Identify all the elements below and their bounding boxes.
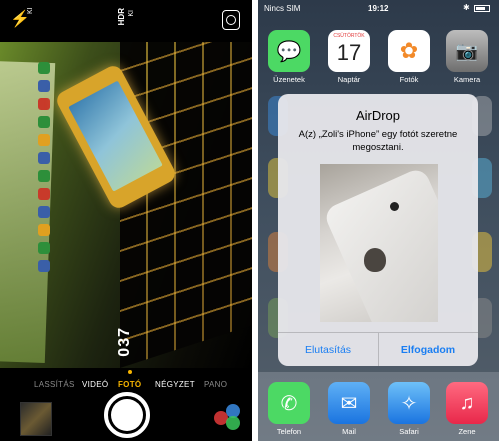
mode-photo[interactable]: FOTÓ <box>118 380 141 389</box>
airdrop-alert: AirDrop A(z) „Zoli's iPhone” egy fotót s… <box>278 94 478 366</box>
viewfinder-background-icons <box>38 56 58 356</box>
active-mode-indicator <box>128 370 132 374</box>
last-photo-thumbnail[interactable] <box>20 402 52 436</box>
app-safari[interactable]: ✧ Safari <box>386 382 432 436</box>
camera-top-bar: ⚡ KI HDR KI <box>0 0 252 42</box>
photos-icon: ✿ <box>388 30 430 72</box>
status-time: 19:12 <box>368 4 389 13</box>
app-camera[interactable]: 📷 Kamera <box>444 30 490 84</box>
messages-icon: 💬 <box>268 30 310 72</box>
app-mail[interactable]: ✉ Mail <box>326 382 372 436</box>
status-bar: Nincs SIM 19:12 ✱ <box>258 0 499 20</box>
app-phone[interactable]: ✆ Telefon <box>266 382 312 436</box>
apple-logo-icon <box>364 248 386 272</box>
mode-pano[interactable]: PANO <box>204 380 227 389</box>
mode-video[interactable]: VIDEÓ <box>82 380 108 389</box>
music-icon: ♫ <box>446 382 488 424</box>
phone-icon: ✆ <box>268 382 310 424</box>
home-screen: Nincs SIM 19:12 ✱ 💬 Üzenetek CSÜTÖRTÖK 1… <box>258 0 499 441</box>
camera-bottom-bar <box>0 392 252 441</box>
safari-icon: ✧ <box>388 382 430 424</box>
viewfinder-keyboard <box>120 42 252 368</box>
alert-message: A(z) „Zoli's iPhone” egy fotót szeretne … <box>298 129 458 153</box>
flash-icon[interactable]: ⚡ <box>10 12 30 28</box>
camera-flip-icon[interactable] <box>222 10 240 30</box>
flash-state-label[interactable]: KI <box>27 7 34 14</box>
battery-icon <box>474 5 490 12</box>
camera-icon: 📷 <box>446 30 488 72</box>
zoom-label: 037 <box>116 327 133 357</box>
bluetooth-icon: ✱ <box>463 3 470 12</box>
app-calendar[interactable]: CSÜTÖRTÖK 17 Naptár <box>326 30 372 84</box>
shutter-button[interactable] <box>104 392 150 438</box>
mail-icon: ✉ <box>328 382 370 424</box>
decline-button[interactable]: Elutasítás <box>278 333 378 366</box>
hdr-label[interactable]: HDR <box>117 8 126 25</box>
app-photos[interactable]: ✿ Fotók <box>386 30 432 84</box>
app-music[interactable]: ♫ Zene <box>444 382 490 436</box>
mode-square[interactable]: NÉGYZET <box>155 380 195 389</box>
accept-button[interactable]: Elfogadom <box>378 333 478 366</box>
calendar-icon: CSÜTÖRTÖK 17 <box>328 30 370 72</box>
shared-photo-preview <box>320 164 438 322</box>
camera-app: ⚡ KI HDR KI 037 LASSÍTÁS VIDEÓ FOTÓ NÉGY… <box>0 0 252 441</box>
carrier-label: Nincs SIM <box>264 4 301 13</box>
hdr-state-label[interactable]: KI <box>128 10 135 17</box>
filters-icon[interactable] <box>214 404 242 432</box>
mode-slow-motion[interactable]: LASSÍTÁS <box>34 380 75 389</box>
app-messages[interactable]: 💬 Üzenetek <box>266 30 312 84</box>
alert-title: AirDrop <box>355 108 401 123</box>
viewfinder[interactable] <box>0 42 252 368</box>
